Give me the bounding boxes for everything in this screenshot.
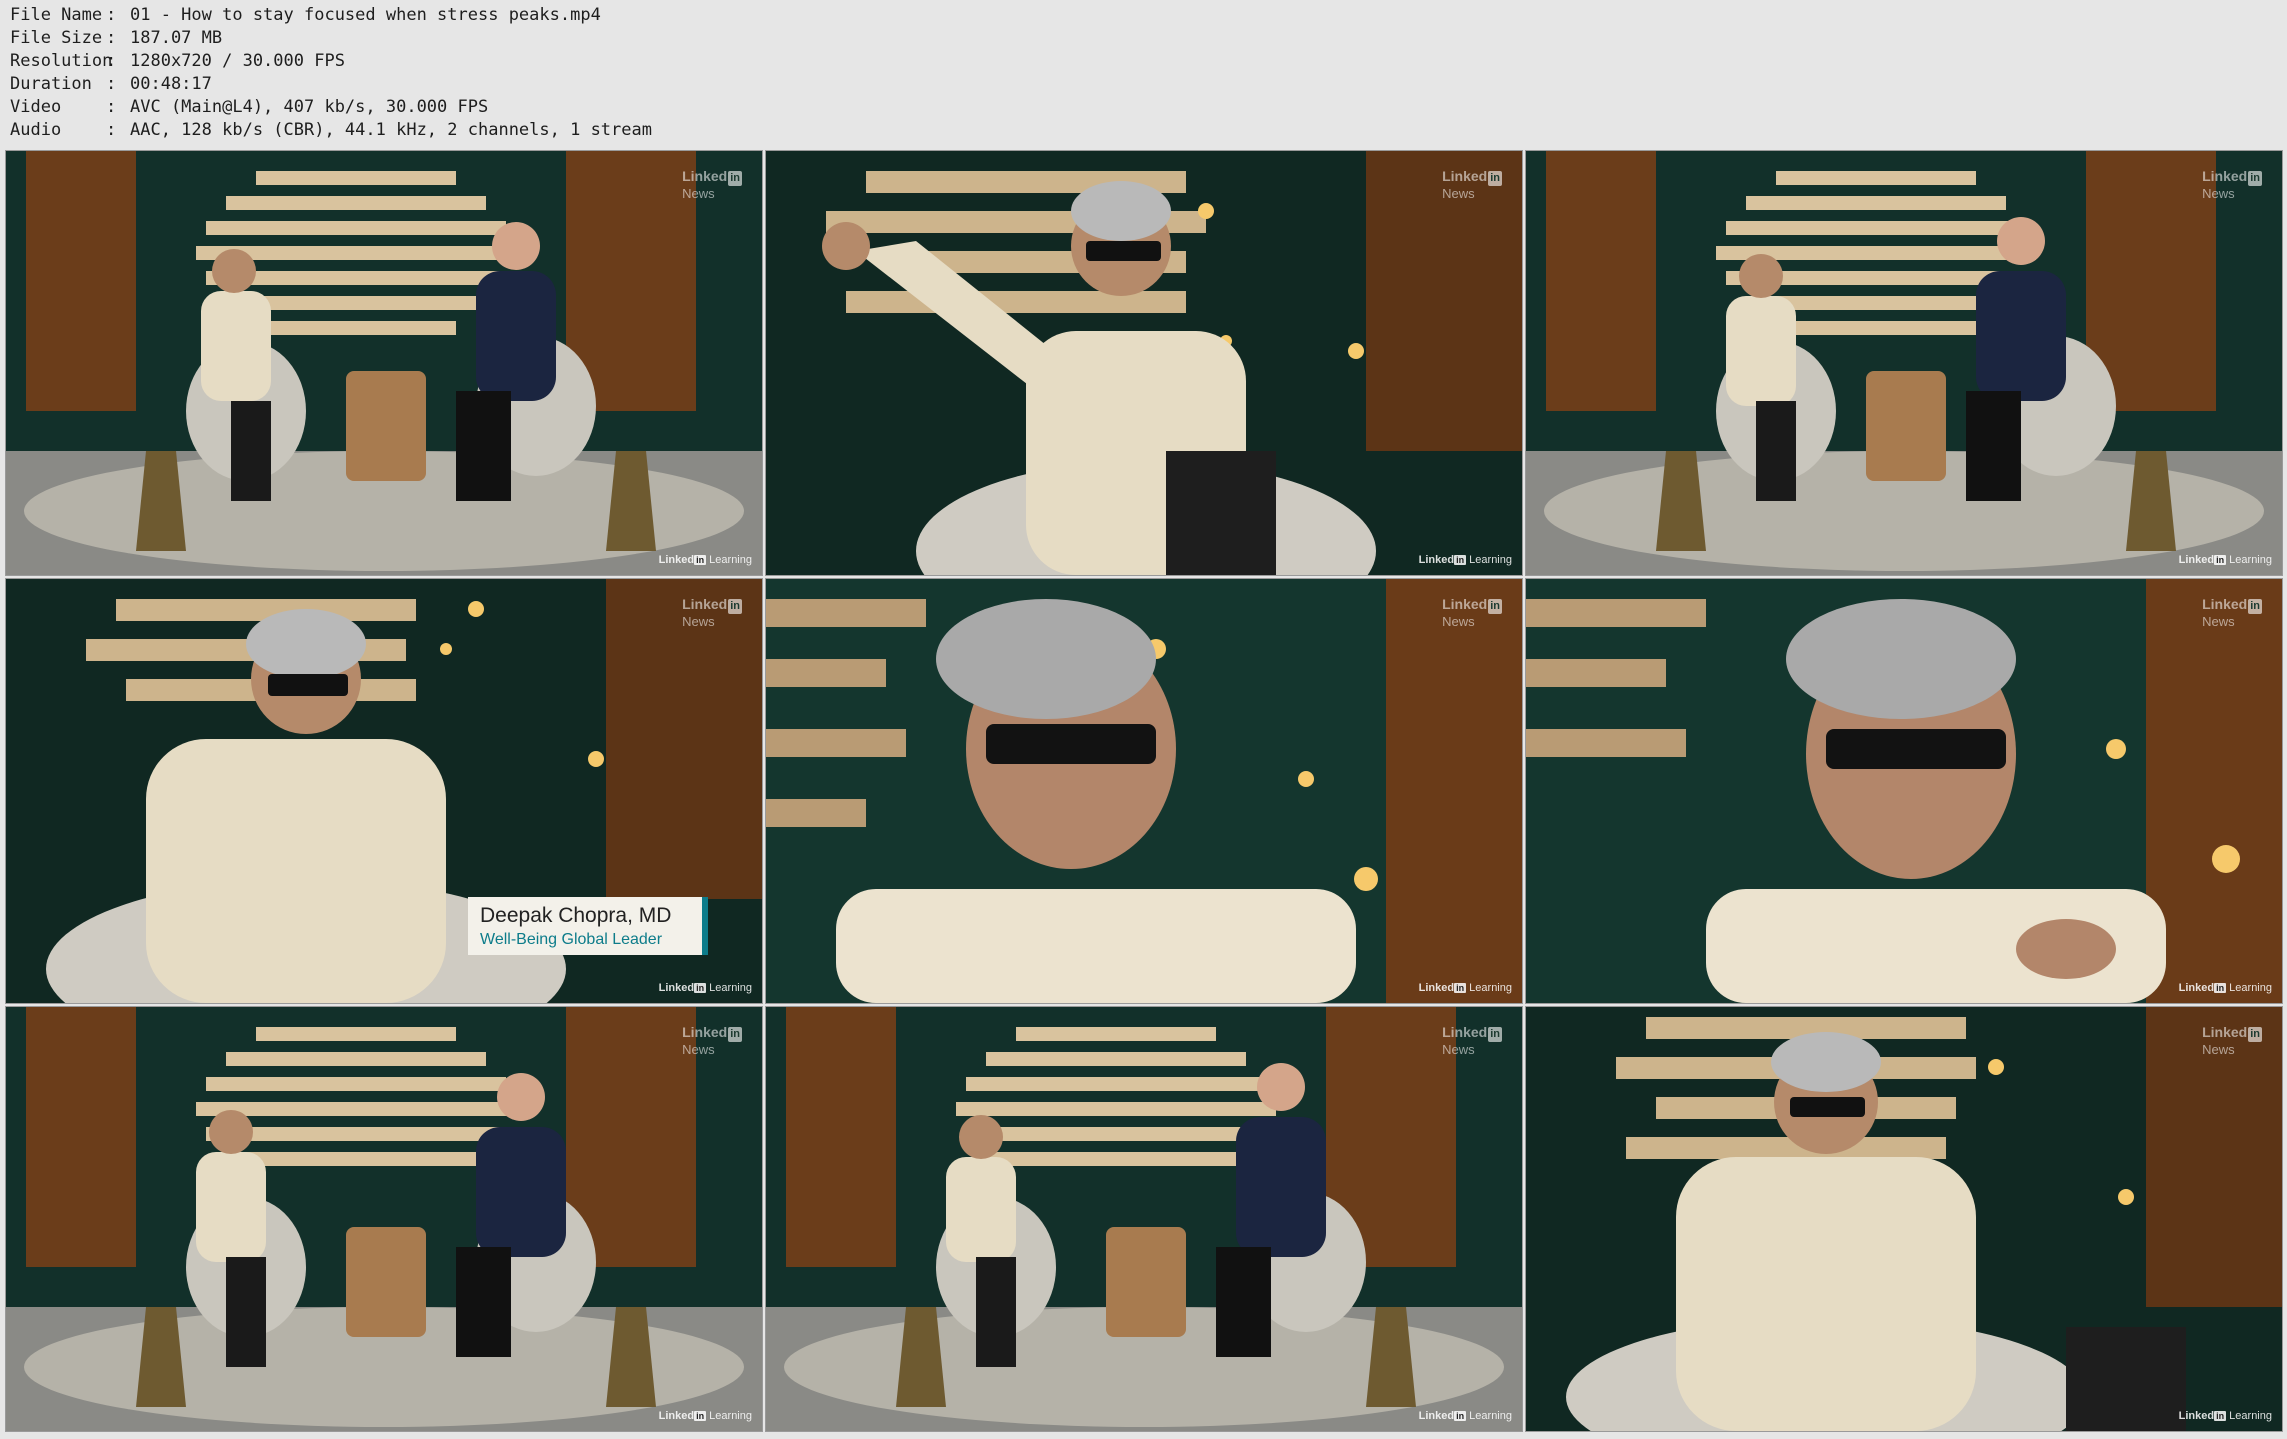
- linkedin-news-watermark: Linked in News: [682, 596, 742, 629]
- meta-row-filesize: File Size:187.07 MB: [10, 28, 223, 48]
- meta-row-duration: Duration:00:48:17: [10, 74, 212, 94]
- linkedin-news-watermark: Linked in News: [2202, 168, 2262, 201]
- wide-shot-scene: [1526, 151, 2282, 575]
- linkedin-news-watermark: Linked in News: [1442, 168, 1502, 201]
- linkedin-news-watermark: Linked in News: [1442, 1024, 1502, 1057]
- wide-shot-scene: [6, 151, 762, 575]
- linkedin-learning-watermark: Linked in Learning: [2178, 982, 2272, 994]
- video-thumbnail: Linked in News Linked in Learning: [766, 1007, 1522, 1431]
- linkedin-learning-watermark: Linked in Learning: [1418, 1410, 1512, 1422]
- linkedin-learning-watermark: Linked in Learning: [1418, 982, 1512, 994]
- video-thumbnail: Linked in News Linked in Learning: [6, 151, 762, 575]
- close-up-scene: [1526, 579, 2282, 1003]
- meta-row-resolution: Resolution:1280x720 / 30.000 FPS: [10, 51, 345, 71]
- linkedin-learning-watermark: Linked in Learning: [658, 1410, 752, 1422]
- linkedin-learning-watermark: Linked in Learning: [658, 982, 752, 994]
- linkedin-learning-watermark: Linked in Learning: [658, 554, 752, 566]
- video-thumbnail: Linked in News Linked in Learning: [1526, 151, 2282, 575]
- video-thumbnail: Linked in News Linked in Learning: [766, 579, 1522, 1003]
- linkedin-news-watermark: Linked in News: [1442, 596, 1502, 629]
- video-thumbnail: Linked in News Linked in Learning: [6, 1007, 762, 1431]
- speaker-title: Well-Being Global Leader: [480, 931, 663, 948]
- meta-row-video: Video: AVC (Main@L4), 407 kb/s, 30.000 FP…: [10, 97, 489, 117]
- linkedin-news-watermark: Linked in News: [682, 168, 742, 201]
- linkedin-learning-watermark: Linked in Learning: [2178, 1410, 2272, 1422]
- video-thumbnail: Linked in News Linked in Learning: [1526, 1007, 2282, 1431]
- linkedin-learning-watermark: Linked in Learning: [2178, 554, 2272, 566]
- medium-shot-scene: [1526, 1007, 2282, 1431]
- linkedin-news-watermark: Linked in News: [682, 1024, 742, 1057]
- wide-shot-scene: [766, 1007, 1522, 1431]
- media-info-panel: File Name:01 - How to stay focused when …: [10, 4, 652, 142]
- meta-row-filename: File Name:01 - How to stay focused when …: [10, 5, 601, 25]
- meta-row-audio: Audio: AAC, 128 kb/s (CBR), 44.1 kHz, 2 c…: [10, 120, 652, 140]
- thumbnail-grid: Linked in News Linked in Learning Linked in N…: [6, 151, 2282, 1431]
- linkedin-learning-watermark: Linked in Learning: [1418, 554, 1512, 566]
- video-thumbnail: Linked in News Linked in Learning: [1526, 579, 2282, 1003]
- medium-shot-scene: [766, 151, 1522, 575]
- close-up-scene: [766, 579, 1522, 1003]
- wide-shot-scene: [6, 1007, 762, 1431]
- video-thumbnail: Deepak Chopra, MD Well-Being Global Lead…: [6, 579, 762, 1003]
- linkedin-news-watermark: Linked in News: [2202, 1024, 2262, 1057]
- speaker-name: Deepak Chopra, MD: [480, 904, 672, 927]
- video-thumbnail: Linked in News Linked in Learning: [766, 151, 1522, 575]
- speaker-lower-third: Deepak Chopra, MD Well-Being Global Lead…: [468, 897, 708, 955]
- linkedin-news-watermark: Linked in News: [2202, 596, 2262, 629]
